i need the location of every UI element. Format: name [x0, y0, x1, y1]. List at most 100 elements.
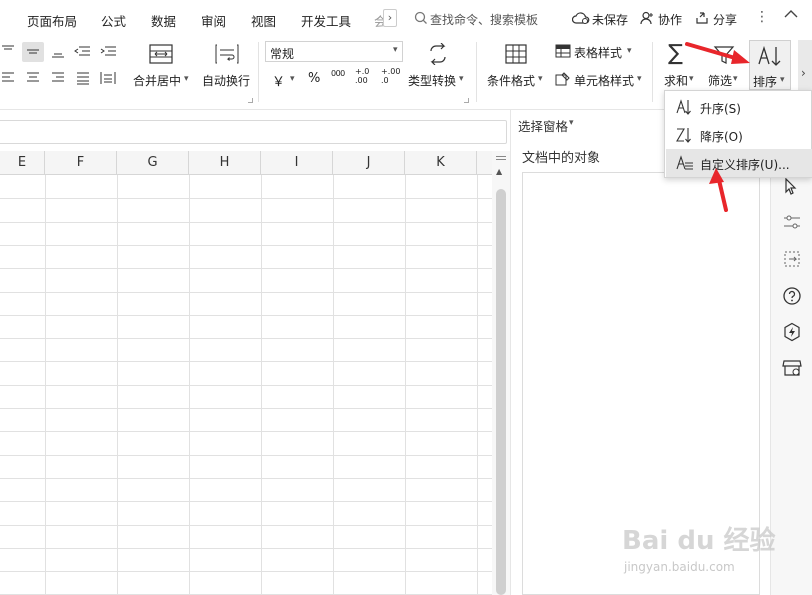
distributed-align-icon[interactable]: [99, 70, 117, 89]
tab-formulas[interactable]: 公式: [101, 11, 126, 30]
column-header-k[interactable]: K: [405, 151, 477, 175]
tab-page-layout[interactable]: 页面布局: [27, 11, 77, 30]
number-format-select[interactable]: 常规 ▾: [265, 41, 403, 62]
search-input[interactable]: 查找命令、搜索模板: [430, 11, 538, 28]
menu-bar: 页面布局 公式 数据 审阅 视图 开发工具 会 › 查找命令、搜索模板 未保存 …: [0, 0, 812, 38]
sort-descending-item[interactable]: 降序(O): [666, 121, 812, 149]
watermark-logo: Bai du 经验: [622, 526, 776, 556]
merge-center-button[interactable]: 合并居中: [133, 72, 181, 89]
split-handle-icon[interactable]: [496, 156, 506, 157]
scroll-up-icon[interactable]: ▲: [496, 167, 502, 176]
column-header-g[interactable]: G: [117, 151, 189, 175]
pane-title-arrow-icon[interactable]: ▾: [569, 118, 574, 128]
column-header-e[interactable]: E: [0, 151, 45, 175]
column-gridline: [477, 175, 478, 595]
align-middle-button[interactable]: [22, 42, 44, 62]
descending-icon: [676, 126, 692, 147]
align-top-icon[interactable]: [0, 42, 16, 61]
cell-style-icon[interactable]: [555, 71, 571, 90]
ribbon-separator: [652, 42, 653, 102]
more-tabs-chevron-icon[interactable]: ›: [383, 9, 397, 27]
pane-title[interactable]: 选择窗格: [518, 116, 568, 135]
tab-data[interactable]: 数据: [151, 11, 176, 30]
conditional-format-arrow-icon[interactable]: ▾: [538, 74, 543, 84]
decrease-decimal-button[interactable]: +.00 .0: [381, 67, 400, 85]
column-gridline: [261, 175, 262, 595]
custom-sort-item[interactable]: 自定义排序(U)...: [666, 149, 812, 177]
thousands-separator-button[interactable]: 000: [331, 69, 345, 78]
filter-button[interactable]: 筛选: [708, 72, 732, 89]
merge-center-icon[interactable]: [148, 42, 174, 69]
column-header-f[interactable]: F: [45, 151, 117, 175]
store-icon[interactable]: [782, 358, 802, 381]
conditional-format-button[interactable]: 条件格式: [487, 72, 535, 89]
cell-style-button[interactable]: 单元格样式: [574, 72, 634, 89]
conditional-format-icon[interactable]: [504, 43, 528, 68]
justify-icon[interactable]: [75, 70, 91, 89]
row-gridline: [0, 198, 492, 199]
thousands-separator-label: 000: [331, 69, 345, 78]
share-icon: [695, 11, 709, 28]
unsaved-status[interactable]: 未保存: [592, 11, 628, 28]
indent-decrease-icon[interactable]: [73, 44, 91, 63]
baidu-jingyan-watermark: Bai du 经验 jingyan.baidu.com: [620, 512, 790, 582]
increase-decimal-button[interactable]: +.0 .00: [355, 67, 369, 85]
column-header-i[interactable]: I: [261, 151, 333, 175]
currency-format-button[interactable]: ￥: [272, 71, 285, 90]
ascending-icon: [676, 98, 692, 119]
column-header-j[interactable]: J: [333, 151, 405, 175]
row-gridline: [0, 338, 492, 339]
collaborate-icon: [640, 11, 654, 28]
wrap-text-button[interactable]: 自动换行: [202, 72, 250, 89]
sum-icon[interactable]: ∑: [668, 43, 683, 65]
ribbon-separator: [258, 42, 259, 102]
filter-arrow-icon[interactable]: ▾: [733, 74, 738, 84]
row-gridline: [0, 222, 492, 223]
tab-review[interactable]: 审阅: [201, 11, 226, 30]
align-center-icon[interactable]: [25, 70, 41, 89]
percent-format-button[interactable]: %: [308, 71, 320, 86]
table-style-icon[interactable]: [555, 44, 571, 61]
currency-dropdown-arrow-icon[interactable]: ▾: [290, 74, 295, 84]
wrap-text-icon[interactable]: [214, 42, 240, 69]
sum-button[interactable]: 求和: [664, 72, 688, 89]
table-style-arrow-icon[interactable]: ▾: [627, 46, 632, 56]
sum-arrow-icon[interactable]: ▾: [689, 74, 694, 84]
type-convert-icon[interactable]: [427, 42, 449, 68]
help-icon[interactable]: [782, 286, 802, 309]
type-convert-arrow-icon[interactable]: ▾: [459, 74, 464, 84]
scroll-thumb[interactable]: [496, 189, 506, 595]
column-header-h[interactable]: H: [189, 151, 261, 175]
indent-increase-icon[interactable]: [99, 44, 117, 63]
sort-button[interactable]: 排序 ▾: [749, 40, 791, 90]
spreadsheet-grid[interactable]: E F G H I J K: [0, 151, 492, 595]
table-style-button[interactable]: 表格样式: [574, 44, 622, 61]
tab-developer[interactable]: 开发工具: [301, 11, 351, 30]
transform-icon[interactable]: [782, 249, 802, 272]
sort-arrow-icon: ▾: [780, 75, 785, 85]
vertical-scrollbar[interactable]: ▲: [492, 151, 510, 595]
sort-descending-label: 降序(O): [700, 130, 743, 144]
property-sliders-icon[interactable]: [782, 213, 802, 234]
collaborate-button[interactable]: 协作: [658, 11, 682, 28]
number-group-launcher-icon[interactable]: [464, 98, 469, 103]
more-options-icon[interactable]: ⋮: [755, 9, 769, 25]
filter-icon[interactable]: [713, 44, 735, 69]
tab-view[interactable]: 视图: [251, 11, 276, 30]
align-bottom-icon[interactable]: [50, 44, 66, 63]
ai-lightning-icon[interactable]: [782, 322, 802, 345]
column-gridline: [117, 175, 118, 595]
share-button[interactable]: 分享: [713, 11, 737, 28]
sort-ascending-item[interactable]: 升序(S): [666, 93, 812, 121]
formula-input[interactable]: [0, 120, 507, 144]
row-gridline: [0, 385, 492, 386]
align-right-icon[interactable]: [50, 70, 66, 89]
column-gridline: [333, 175, 334, 595]
collapse-ribbon-icon[interactable]: [784, 8, 798, 22]
select-pointer-icon[interactable]: [782, 177, 800, 198]
cell-style-arrow-icon[interactable]: ▾: [637, 74, 642, 84]
alignment-group-launcher-icon[interactable]: [248, 98, 253, 103]
align-left-icon[interactable]: [0, 70, 16, 89]
type-convert-button[interactable]: 类型转换: [408, 72, 456, 89]
merge-dropdown-arrow-icon[interactable]: ▾: [184, 74, 189, 84]
